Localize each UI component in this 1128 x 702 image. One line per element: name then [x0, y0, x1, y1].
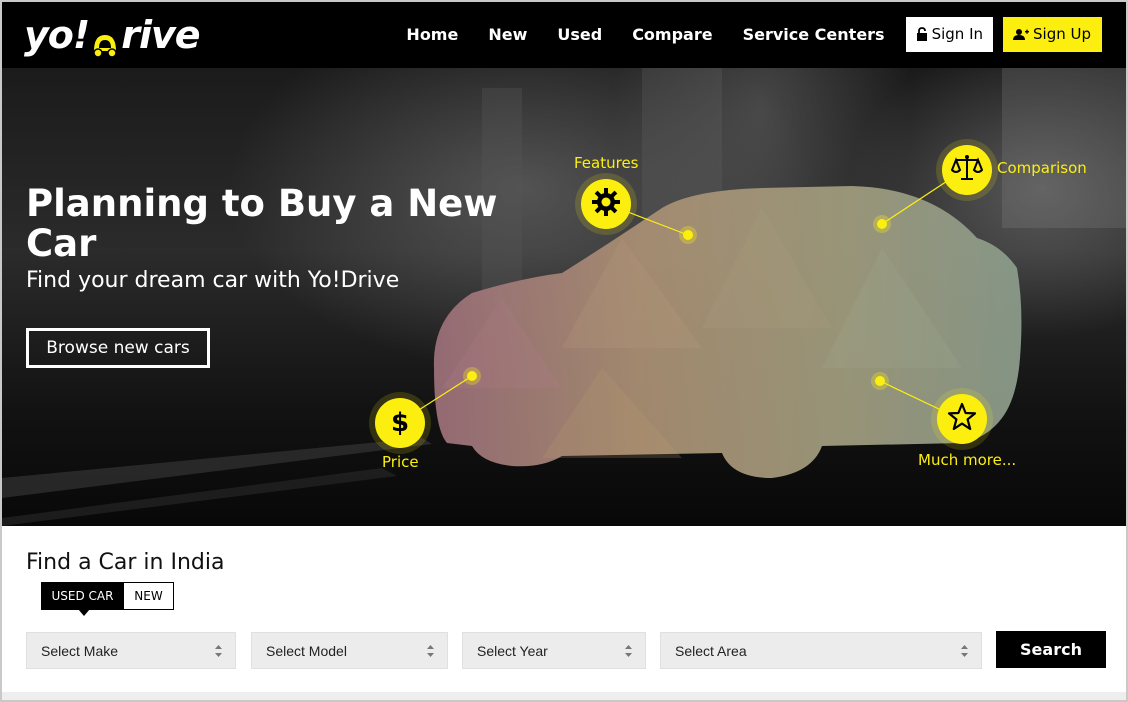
hotspot-dot: [871, 372, 889, 390]
hero-subtitle: Find your dream car with Yo!Drive: [26, 268, 400, 293]
lock-icon: [916, 27, 928, 41]
select-area-label: Select Area: [675, 642, 747, 659]
logo-text-left: yo!: [24, 13, 90, 57]
select-model-label: Select Model: [266, 642, 347, 659]
select-year[interactable]: Select Year: [462, 632, 646, 669]
main-nav: Home New Used Compare Service Centers Si…: [406, 16, 1102, 52]
updown-arrow-icon: [426, 644, 435, 658]
logo-car-icon: [90, 23, 120, 58]
car-type-tabs: USED CAR NEW: [41, 582, 174, 616]
top-header: yo! rive Home New Used Compare Service C…: [2, 2, 1126, 68]
hero-title: Planning to Buy a New Car: [26, 182, 498, 265]
sign-in-button[interactable]: Sign In: [905, 16, 993, 52]
price-hotspot[interactable]: $: [375, 398, 425, 448]
search-filters: Select Make Select Model Select Year Sel…: [26, 631, 1106, 669]
nav-service-centers[interactable]: Service Centers: [743, 25, 885, 44]
select-year-label: Select Year: [477, 642, 548, 659]
comparison-hotspot[interactable]: [942, 145, 992, 195]
features-hotspot[interactable]: [581, 179, 631, 229]
updown-arrow-icon: [960, 644, 969, 658]
dollar-icon: $: [390, 408, 410, 438]
hotspot-dot: [873, 215, 891, 233]
select-make[interactable]: Select Make: [26, 632, 236, 669]
comparison-label: Comparison: [997, 159, 1087, 177]
much-more-hotspot[interactable]: [937, 394, 987, 444]
sign-in-label: Sign In: [931, 25, 983, 43]
updown-arrow-icon: [214, 644, 223, 658]
tab-used-car[interactable]: USED CAR: [41, 582, 124, 616]
price-label: Price: [382, 453, 419, 471]
nav-new[interactable]: New: [488, 25, 527, 44]
scales-icon: [950, 153, 984, 188]
features-label: Features: [574, 154, 639, 172]
yodrive-logo[interactable]: yo! rive: [24, 12, 201, 58]
hotspot-dot: [679, 226, 697, 244]
search-button[interactable]: Search: [996, 631, 1106, 668]
add-user-icon: [1013, 28, 1029, 41]
star-icon: [947, 402, 977, 437]
find-car-section: Find a Car in India USED CAR NEW Select …: [2, 526, 1126, 692]
nav-compare[interactable]: Compare: [632, 25, 712, 44]
hero-banner: Planning to Buy a New Car Find your drea…: [2, 68, 1126, 526]
hotspot-dot: [463, 367, 481, 385]
select-area[interactable]: Select Area: [660, 632, 982, 669]
sign-up-button[interactable]: Sign Up: [1003, 16, 1102, 52]
logo-text-right: rive: [121, 13, 200, 57]
updown-arrow-icon: [624, 644, 633, 658]
tab-new[interactable]: NEW: [124, 582, 174, 610]
much-more-label: Much more...: [918, 451, 1017, 469]
section-divider: [2, 692, 1126, 700]
find-car-title: Find a Car in India: [26, 550, 225, 575]
nav-home[interactable]: Home: [406, 25, 458, 44]
select-model[interactable]: Select Model: [251, 632, 448, 669]
browse-new-cars-button[interactable]: Browse new cars: [26, 328, 210, 368]
page-frame: yo! rive Home New Used Compare Service C…: [0, 0, 1128, 702]
select-make-label: Select Make: [41, 642, 119, 659]
sign-up-label: Sign Up: [1033, 25, 1091, 43]
gear-icon: [590, 186, 622, 223]
nav-used[interactable]: Used: [557, 25, 602, 44]
